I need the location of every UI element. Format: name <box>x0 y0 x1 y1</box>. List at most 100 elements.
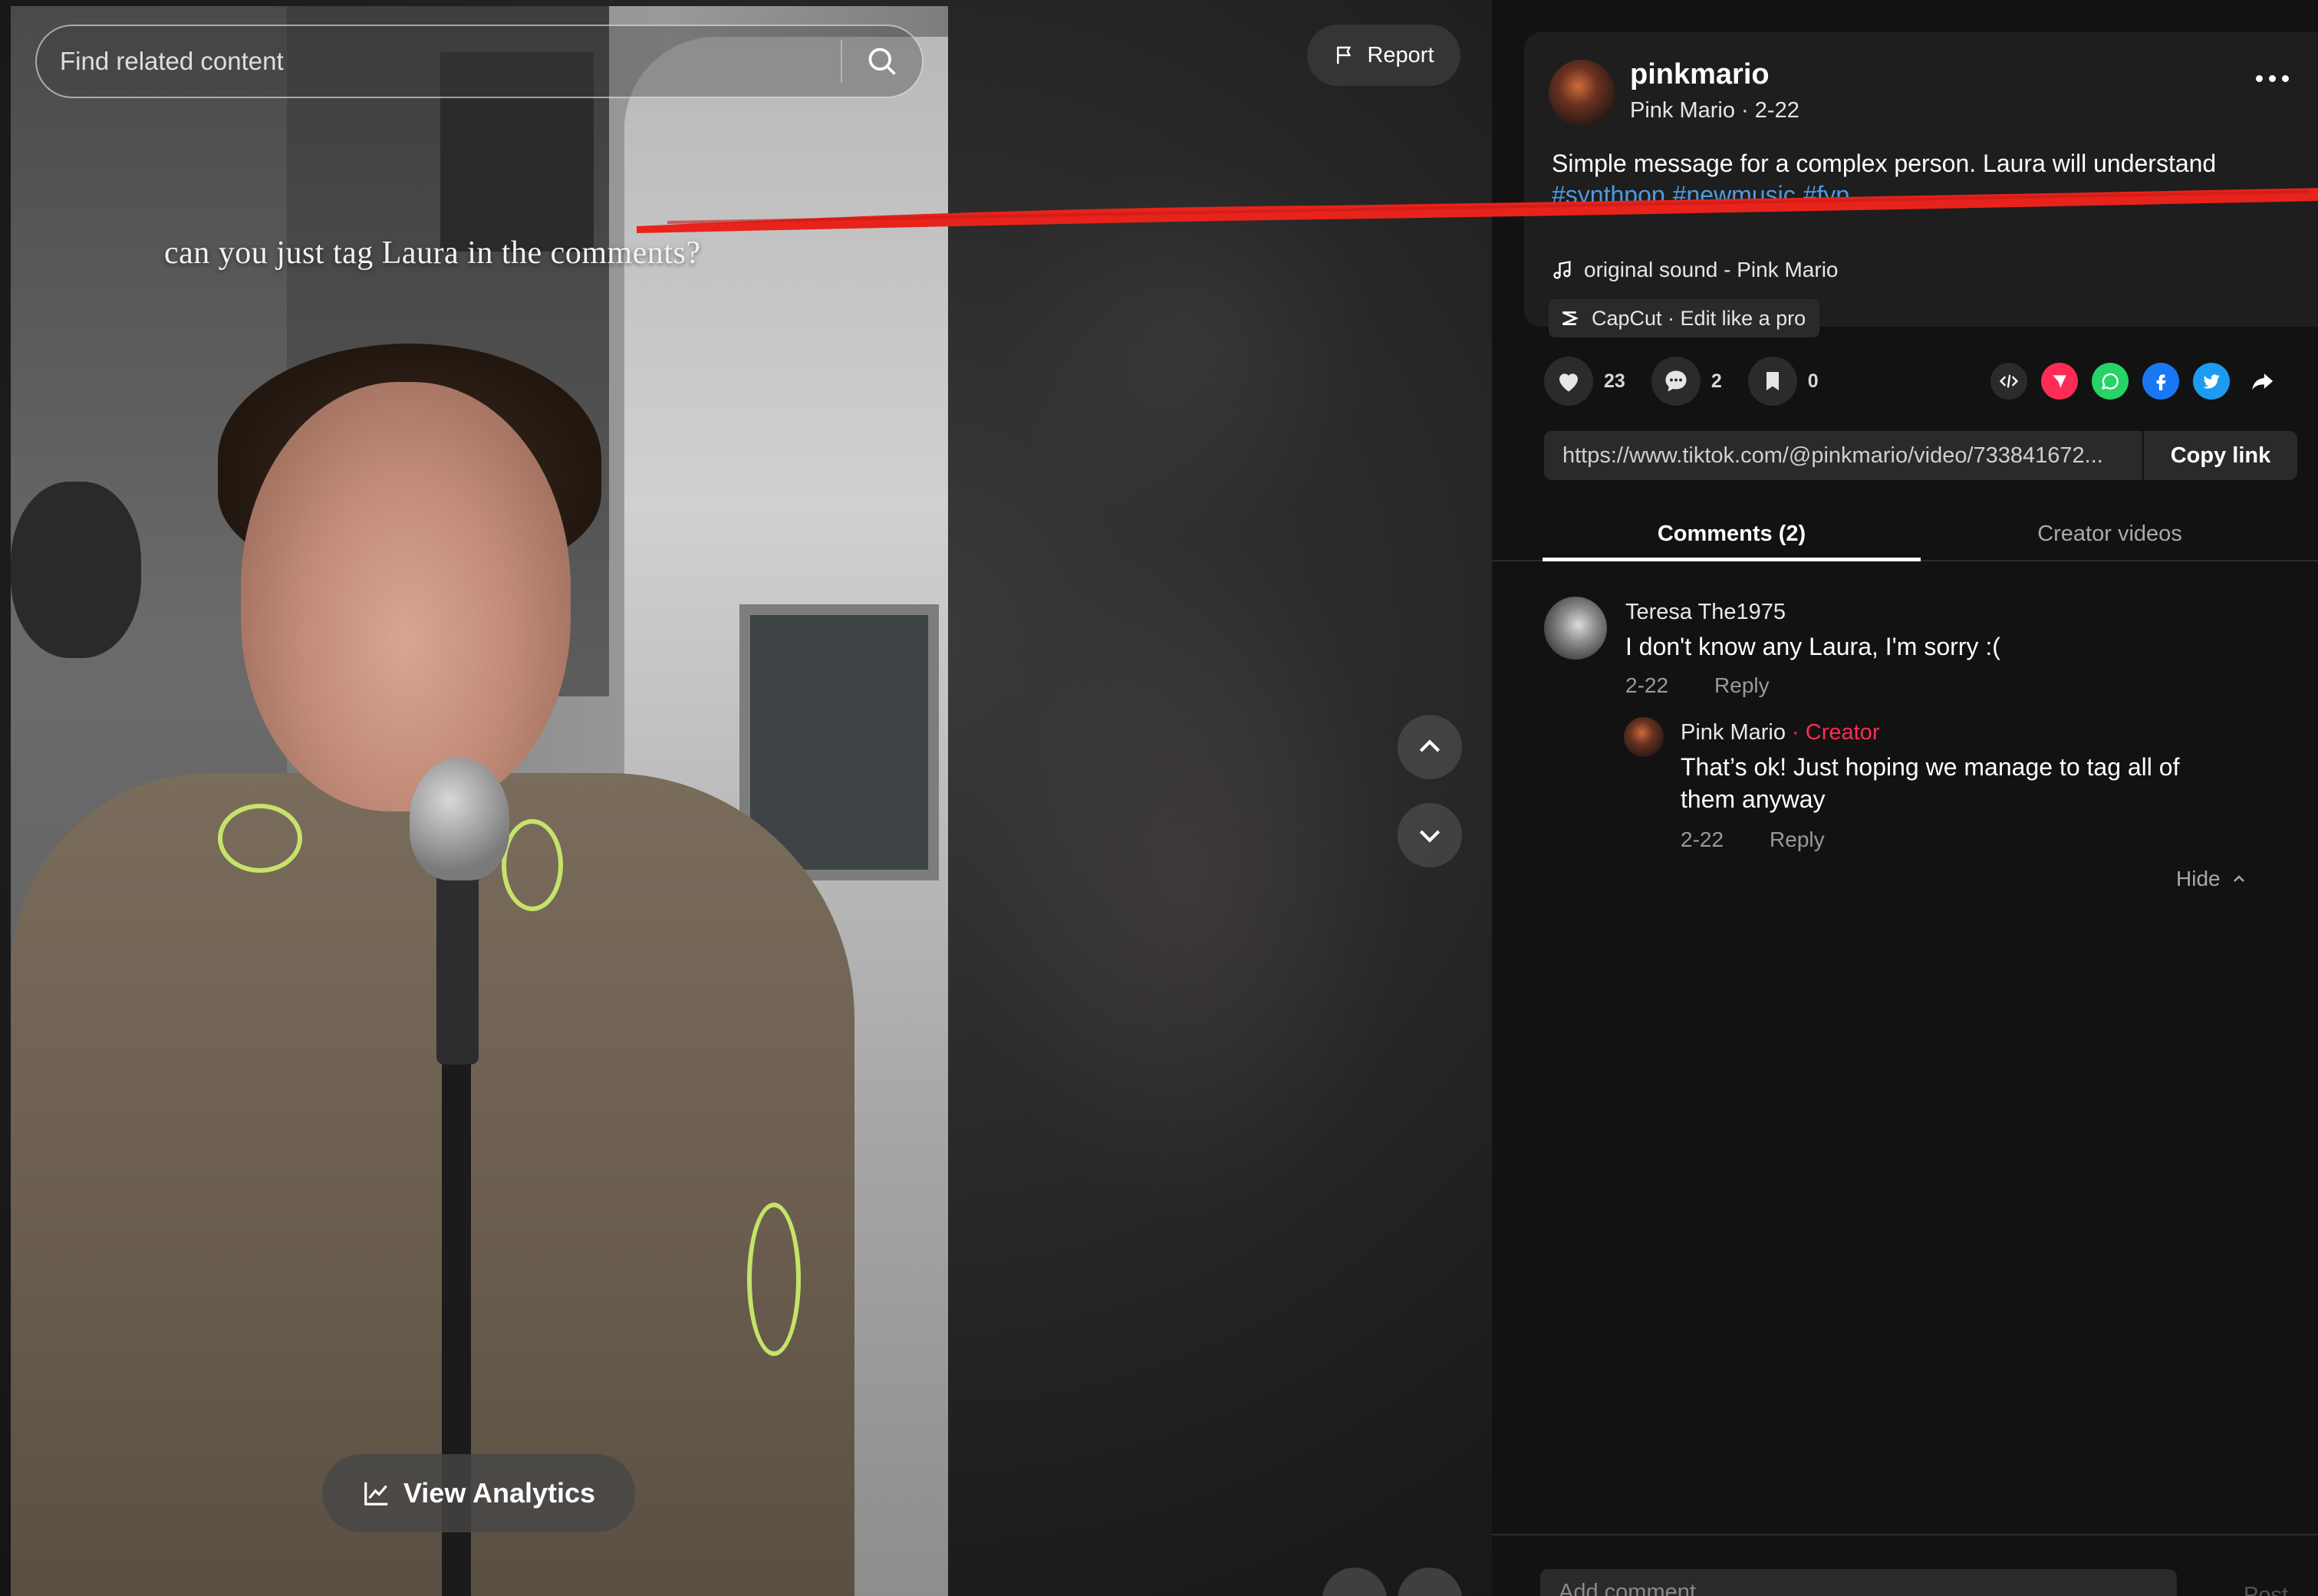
paper-plane-icon <box>2053 375 2066 388</box>
author-avatar[interactable] <box>1549 60 1615 126</box>
comment-bubble-icon <box>1665 370 1687 392</box>
comment-button[interactable] <box>1651 357 1701 406</box>
jacket-cord <box>502 819 563 911</box>
save-count: 0 <box>1807 370 1819 392</box>
comment-count: 2 <box>1711 370 1722 392</box>
music-note-icon <box>1553 261 1571 279</box>
comment-author[interactable]: Pink Mario · Creator <box>1681 720 1879 745</box>
reply-button[interactable]: Reply <box>1714 673 1770 698</box>
search-icon <box>868 48 896 75</box>
whatsapp-icon <box>2101 373 2119 390</box>
red-annotation-stroke <box>637 188 2318 233</box>
like-button[interactable] <box>1544 357 1593 406</box>
blurred-background <box>959 537 1419 1227</box>
sound-link[interactable]: original sound - Pink Mario <box>1552 258 1839 282</box>
comment-meta: 2-22 Reply <box>1681 828 1825 852</box>
embed-code-icon <box>1999 374 2019 388</box>
microphone-body <box>436 865 479 1065</box>
report-label: Report <box>1367 42 1434 67</box>
comment-author[interactable]: Teresa The1975 <box>1625 600 1786 625</box>
microphone-head <box>410 758 509 880</box>
reply-author-name: Pink Mario <box>1681 720 1786 745</box>
view-analytics-label: View Analytics <box>403 1477 596 1509</box>
more-dot-icon <box>2269 75 2276 82</box>
analytics-chart-icon <box>364 1482 388 1506</box>
reply-button[interactable]: Reply <box>1770 828 1825 852</box>
more-share-button[interactable] <box>2244 363 2280 400</box>
chevron-up-icon <box>2233 875 2244 882</box>
search-button[interactable] <box>842 26 922 97</box>
app-root: can you just tag Laura in the comments? … <box>0 0 2318 1596</box>
person-face <box>241 382 571 811</box>
comment-action[interactable]: 2 <box>1651 357 1722 406</box>
tab-creator-videos[interactable]: Creator videos <box>1921 508 2299 560</box>
comment-composer: Add comment... Post <box>1492 1534 2318 1596</box>
video-caption: can you just tag Laura in the comments? <box>164 235 701 271</box>
twitter-bird-icon <box>2203 374 2220 389</box>
save-action[interactable]: 0 <box>1747 357 1819 406</box>
hide-replies-button[interactable]: Hide <box>2176 867 2248 891</box>
author-submeta: Pink Mario · 2-22 <box>1630 98 1799 123</box>
jacket-cord <box>747 1203 801 1356</box>
share-arrow-icon <box>2252 373 2274 390</box>
previous-video-button[interactable] <box>1398 715 1462 779</box>
capcut-chip[interactable]: CapCut · Edit like a pro <box>1549 299 1820 337</box>
comment-date: 2-22 <box>1681 828 1724 851</box>
copy-link-button[interactable]: Copy link <box>2142 431 2297 480</box>
share-link-field[interactable]: https://www.tiktok.com/@pinkmario/video/… <box>1544 443 2142 469</box>
tab-comments[interactable]: Comments (2) <box>1543 508 1921 561</box>
creator-badge: · Creator <box>1786 720 1880 745</box>
share-link-box: https://www.tiktok.com/@pinkmario/video/… <box>1544 431 2297 480</box>
heart-icon <box>1559 373 1578 392</box>
search-bar[interactable]: Find related content <box>35 25 924 98</box>
post-date: 2-22 <box>1754 98 1799 123</box>
commenter-avatar[interactable] <box>1624 717 1664 757</box>
view-analytics-button[interactable]: View Analytics <box>322 1454 635 1532</box>
post-description: Simple message for a complex person. Lau… <box>1552 150 2217 177</box>
author-username[interactable]: pinkmario <box>1630 58 1770 91</box>
add-comment-input[interactable]: Add comment... <box>1540 1569 2177 1596</box>
post-comment-button[interactable]: Post <box>2244 1583 2288 1596</box>
more-dot-icon <box>2256 75 2263 82</box>
pip-button[interactable] <box>1322 1568 1387 1596</box>
bookmark-icon <box>1766 372 1779 390</box>
post-card: pinkmario Pink Mario · 2-22 Simple messa… <box>1524 32 2318 337</box>
boom-mic <box>11 482 141 658</box>
facebook-icon <box>2156 374 2166 390</box>
commenter-avatar[interactable] <box>1544 597 1607 660</box>
embed-button[interactable] <box>1990 363 2027 400</box>
capcut-label: CapCut · Edit like a pro <box>1592 306 1806 330</box>
comment-meta: 2-22 Reply <box>1625 673 1770 698</box>
comment-text: That’s ok! Just hoping we manage to tag … <box>1681 753 2180 813</box>
like-action[interactable]: 23 <box>1544 357 1625 406</box>
panel-tabs: Comments (2) Creator videos <box>1492 508 2318 561</box>
engagement-actions: 23 2 0 <box>1544 354 2280 408</box>
jacket-cord <box>218 804 302 873</box>
facebook-share-button[interactable] <box>2142 363 2179 400</box>
volume-button[interactable] <box>1398 1568 1462 1596</box>
report-button[interactable]: Report <box>1307 25 1460 86</box>
author-display-name: Pink Mario <box>1630 98 1735 123</box>
hide-label: Hide <box>2176 867 2221 890</box>
more-options-button[interactable] <box>2256 75 2289 82</box>
comment-text: I don't know any Laura, I'm sorry :( <box>1625 633 2000 660</box>
twitter-share-button[interactable] <box>2193 363 2230 400</box>
comment-date: 2-22 <box>1625 673 1669 697</box>
details-panel: pinkmario Pink Mario · 2-22 Simple messa… <box>1492 0 2318 1596</box>
save-button[interactable] <box>1747 357 1797 406</box>
share-icons <box>1990 363 2280 400</box>
send-to-friends-button[interactable] <box>2041 363 2078 400</box>
video-player[interactable]: can you just tag Laura in the comments? <box>11 6 948 1596</box>
submeta-separator: · <box>1735 98 1755 123</box>
chevron-up-icon <box>1419 739 1441 752</box>
flag-icon <box>1337 46 1352 64</box>
sound-label: original sound - Pink Mario <box>1584 258 1839 281</box>
capcut-icon <box>1562 311 1579 325</box>
like-count: 23 <box>1604 370 1625 392</box>
next-video-button[interactable] <box>1398 803 1462 867</box>
search-input[interactable]: Find related content <box>37 47 841 76</box>
video-stage: can you just tag Laura in the comments? … <box>0 0 1492 1596</box>
chevron-down-icon <box>1419 830 1441 843</box>
more-dot-icon <box>2282 75 2289 82</box>
whatsapp-share-button[interactable] <box>2092 363 2129 400</box>
